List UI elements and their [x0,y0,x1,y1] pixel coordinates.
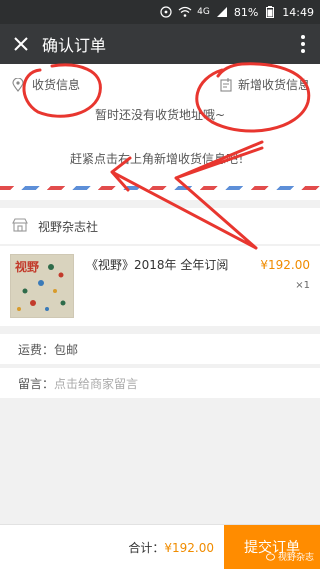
message-label: 留言： [18,376,55,391]
bottom-bar: 合计：¥192.00 提交订单 视野杂志 [0,524,320,569]
clock: 14:49 [282,5,314,19]
notification-icon [159,6,173,18]
shop-name: 视野杂志社 [38,219,99,234]
empty-address-hint-1: 暂时还没有收货地址哦~ [94,108,226,122]
shop-row[interactable]: 视野杂志社 [0,208,320,244]
product-title: 《视野》2018年 全年订阅 [86,258,229,272]
source-watermark: 视野杂志 [266,550,314,563]
add-address-icon [220,77,232,92]
total-label: 合计： [128,540,165,555]
close-icon [14,37,28,51]
empty-address-hint-2: 赶紧点击右上角新增收货信息吧！ [69,152,250,166]
more-button[interactable] [286,24,320,64]
message-input[interactable]: 点击给商家留言 [54,375,138,392]
total-amount: ¥192.00 [164,540,214,555]
order-total: 合计：¥192.00 [128,539,214,556]
submit-order-button[interactable]: 提交订单 视野杂志 [224,525,320,569]
product-item: 视野 《视野》2018年 全年订阅 ¥192.00 ×1 [0,246,320,326]
app-bar: 确认订单 [0,24,320,64]
signal-icon [215,6,229,18]
wechat-icon [266,552,275,561]
product-price: ¥192.00 [260,258,310,272]
address-header: 收货信息 新增收货信息 [0,64,320,104]
watermark-text: 视野杂志 [277,553,314,563]
wifi-icon [178,6,192,18]
address-card: 收货信息 新增收货信息 暂时还没有收货地址哦~ 赶紧点击右上角新增收货信息吧！ [0,64,320,200]
add-address-button[interactable]: 新增收货信息 [220,76,310,93]
page-title: 确认订单 [42,36,107,55]
message-row[interactable]: 留言： 点击给商家留言 [0,368,320,398]
address-label: 收货信息 [12,76,80,93]
store-icon [12,217,28,236]
shipping-value: 包邮 [54,342,79,357]
product-quantity: ×1 [295,280,310,291]
shipping-label: 运费： [18,342,55,357]
battery-level: 81% [233,5,259,19]
network-type: 4G [197,7,210,17]
status-bar: 4G 81% 14:49 [0,0,320,24]
location-pin-icon [12,77,24,92]
close-button[interactable] [0,24,42,64]
product-cover-image: 视野 [10,254,74,318]
address-label-text: 收货信息 [32,78,81,92]
svg-text:视野: 视野 [15,259,39,274]
more-vert-icon [301,35,305,53]
battery-icon [263,6,277,18]
airmail-divider [0,186,320,190]
add-address-label: 新增收货信息 [237,78,310,92]
shipping-row: 运费： 包邮 [0,334,320,364]
